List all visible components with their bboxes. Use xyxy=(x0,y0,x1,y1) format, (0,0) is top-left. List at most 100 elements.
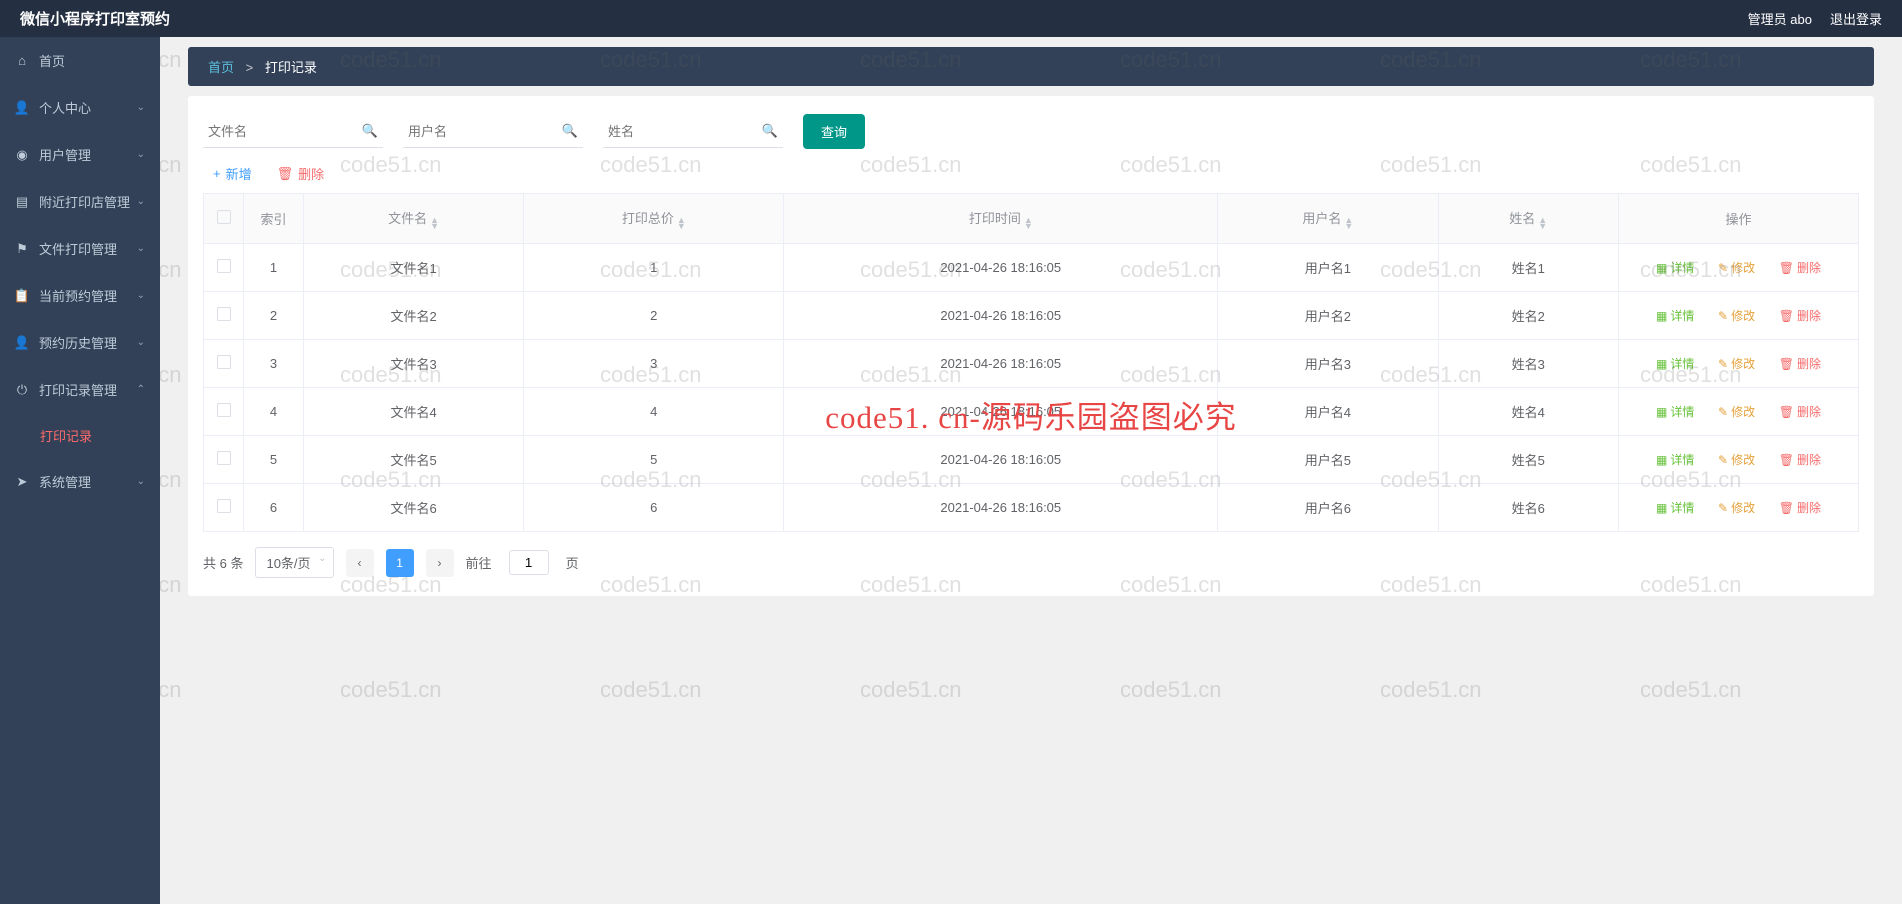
cell-filename: 文件名3 xyxy=(304,340,524,388)
sidebar-subitem-print-record[interactable]: 打印记录 xyxy=(0,413,160,458)
detail-button[interactable]: ▦详情 xyxy=(1656,499,1694,516)
logout-link[interactable]: 退出登录 xyxy=(1830,9,1882,28)
cell-index: 5 xyxy=(244,436,304,484)
detail-button[interactable]: ▦详情 xyxy=(1656,307,1694,324)
edit-button[interactable]: ✎修改 xyxy=(1718,451,1755,468)
th-print-time[interactable]: 打印时间▲▼ xyxy=(784,194,1218,244)
row-delete-button[interactable]: 🗑删除 xyxy=(1779,259,1821,276)
filename-input[interactable] xyxy=(203,116,383,147)
sidebar-label: 个人中心 xyxy=(39,98,91,117)
watermark-text: code51.cn xyxy=(600,677,702,703)
edit-button[interactable]: ✎修改 xyxy=(1718,355,1755,372)
th-filename[interactable]: 文件名▲▼ xyxy=(304,194,524,244)
cell-actions: ▦详情 ✎修改 🗑删除 xyxy=(1619,484,1859,532)
power-icon: ⏻ xyxy=(15,383,29,397)
chevron-down-icon: ⌄ xyxy=(137,243,145,254)
goto-input[interactable] xyxy=(509,550,549,575)
cell-print-time: 2021-04-26 18:16:05 xyxy=(784,388,1218,436)
cell-filename: 文件名2 xyxy=(304,292,524,340)
th-actions: 操作 xyxy=(1619,194,1859,244)
sort-icon: ▲▼ xyxy=(1344,217,1353,229)
row-checkbox[interactable] xyxy=(217,403,231,417)
row-checkbox[interactable] xyxy=(217,259,231,273)
sidebar-label: 系统管理 xyxy=(39,472,91,491)
detail-button[interactable]: ▦详情 xyxy=(1656,451,1694,468)
sidebar-item-home[interactable]: ⌂首页 xyxy=(0,37,160,84)
sidebar-item-print-records[interactable]: ⏻打印记录管理 ⌃ xyxy=(0,366,160,413)
edit-button[interactable]: ✎修改 xyxy=(1718,403,1755,420)
breadcrumb-home[interactable]: 首页 xyxy=(208,60,234,75)
detail-button[interactable]: ▦详情 xyxy=(1656,403,1694,420)
detail-button[interactable]: ▦详情 xyxy=(1656,259,1694,276)
history-icon: 👤 xyxy=(15,336,29,350)
search-icon: 🔍 xyxy=(362,123,378,139)
edit-icon: ✎ xyxy=(1718,309,1728,323)
total-text: 共 6 条 xyxy=(203,553,243,572)
watermark-text: code51.cn xyxy=(1120,677,1222,703)
edit-button[interactable]: ✎修改 xyxy=(1718,307,1755,324)
row-delete-button[interactable]: 🗑删除 xyxy=(1779,403,1821,420)
row-checkbox[interactable] xyxy=(217,451,231,465)
th-total-price[interactable]: 打印总价▲▼ xyxy=(524,194,784,244)
table-header-row: 索引 文件名▲▼ 打印总价▲▼ 打印时间▲▼ 用户名▲▼ 姓名▲▼ 操作 xyxy=(204,194,1859,244)
cell-index: 1 xyxy=(244,244,304,292)
trash-icon: 🗑 xyxy=(1779,261,1794,275)
chevron-down-icon: ⌄ xyxy=(137,102,145,113)
detail-icon: ▦ xyxy=(1656,357,1667,371)
row-checkbox[interactable] xyxy=(217,307,231,321)
page-size-select[interactable]: 10条/页 ⌄ xyxy=(255,547,333,578)
goto-label: 前往 xyxy=(466,553,492,572)
pagination: 共 6 条 10条/页 ⌄ ‹ 1 › 前往 页 xyxy=(203,547,1859,578)
table-row: 2 文件名2 2 2021-04-26 18:16:05 用户名2 姓名2 ▦详… xyxy=(204,292,1859,340)
select-all-checkbox[interactable] xyxy=(217,210,231,224)
sidebar-item-current-booking[interactable]: 📋当前预约管理 ⌄ xyxy=(0,272,160,319)
sort-icon: ▲▼ xyxy=(1538,217,1547,229)
sidebar-item-system[interactable]: ➤系统管理 ⌄ xyxy=(0,458,160,505)
sidebar-item-user-mgmt[interactable]: ◉用户管理 ⌄ xyxy=(0,131,160,178)
edit-button[interactable]: ✎修改 xyxy=(1718,499,1755,516)
edit-button[interactable]: ✎修改 xyxy=(1718,259,1755,276)
cell-name: 姓名6 xyxy=(1438,484,1618,532)
row-checkbox[interactable] xyxy=(217,355,231,369)
sidebar-label: 预约历史管理 xyxy=(39,333,117,352)
watermark-text: code51.cn xyxy=(860,677,962,703)
row-delete-button[interactable]: 🗑删除 xyxy=(1779,307,1821,324)
add-button[interactable]: +新增 xyxy=(213,164,252,183)
send-icon: ➤ xyxy=(15,475,29,489)
sidebar-item-file-print[interactable]: ⚑文件打印管理 ⌄ xyxy=(0,225,160,272)
cell-total-price: 5 xyxy=(524,436,784,484)
query-button[interactable]: 查询 xyxy=(803,114,865,149)
prev-page-button[interactable]: ‹ xyxy=(346,549,374,577)
th-index: 索引 xyxy=(244,194,304,244)
th-username[interactable]: 用户名▲▼ xyxy=(1218,194,1438,244)
sidebar-label: 附近打印店管理 xyxy=(39,192,130,211)
name-input[interactable] xyxy=(603,116,783,147)
cell-username: 用户名2 xyxy=(1218,292,1438,340)
detail-button[interactable]: ▦详情 xyxy=(1656,355,1694,372)
table-row: 1 文件名1 1 2021-04-26 18:16:05 用户名1 姓名1 ▦详… xyxy=(204,244,1859,292)
trash-icon: 🗑 xyxy=(1779,405,1794,419)
th-name[interactable]: 姓名▲▼ xyxy=(1438,194,1618,244)
username-input[interactable] xyxy=(403,116,583,147)
admin-label[interactable]: 管理员 abo xyxy=(1748,9,1812,28)
next-page-button[interactable]: › xyxy=(426,549,454,577)
sidebar-item-nearby-stores[interactable]: ▤附近打印店管理 ⌄ xyxy=(0,178,160,225)
cell-actions: ▦详情 ✎修改 🗑删除 xyxy=(1619,292,1859,340)
detail-icon: ▦ xyxy=(1656,405,1667,419)
breadcrumb-sep: > xyxy=(246,60,254,75)
sidebar-item-profile[interactable]: 👤个人中心 ⌄ xyxy=(0,84,160,131)
chevron-down-icon: ⌄ xyxy=(137,290,145,301)
cell-actions: ▦详情 ✎修改 🗑删除 xyxy=(1619,436,1859,484)
row-checkbox[interactable] xyxy=(217,499,231,513)
cell-print-time: 2021-04-26 18:16:05 xyxy=(784,436,1218,484)
cell-print-time: 2021-04-26 18:16:05 xyxy=(784,292,1218,340)
search-field-filename: 🔍 xyxy=(203,116,383,148)
sort-icon: ▲▼ xyxy=(430,217,439,229)
row-delete-button[interactable]: 🗑删除 xyxy=(1779,355,1821,372)
row-delete-button[interactable]: 🗑删除 xyxy=(1779,499,1821,516)
cell-username: 用户名4 xyxy=(1218,388,1438,436)
delete-button[interactable]: 🗑删除 xyxy=(277,164,325,183)
page-number-button[interactable]: 1 xyxy=(386,549,414,577)
sidebar-item-booking-history[interactable]: 👤预约历史管理 ⌄ xyxy=(0,319,160,366)
row-delete-button[interactable]: 🗑删除 xyxy=(1779,451,1821,468)
